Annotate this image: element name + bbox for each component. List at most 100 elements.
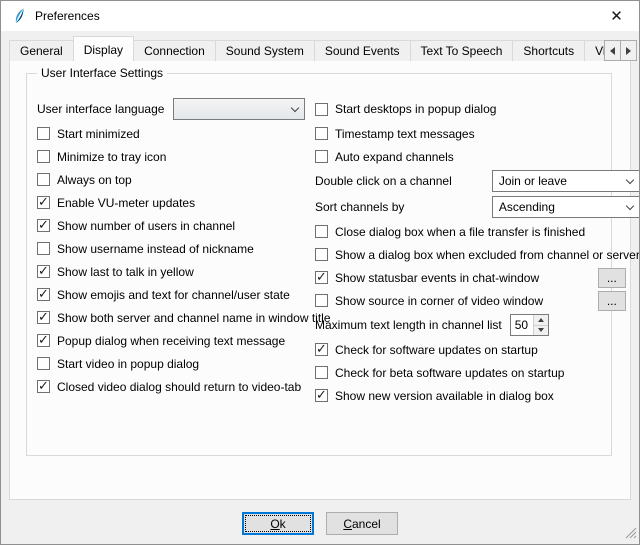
- tab-label: Connection: [144, 44, 205, 58]
- checkbox-vu-meter[interactable]: Enable VU-meter updates: [37, 196, 195, 210]
- sort-channels-combobox[interactable]: Ascending: [492, 196, 640, 218]
- checkbox-box: [37, 242, 50, 255]
- checkbox-label: Check for software updates on startup: [335, 343, 538, 357]
- checkbox-label: Show last to talk in yellow: [57, 265, 194, 279]
- ok-button[interactable]: Ok: [242, 512, 314, 535]
- chevron-down-icon: [621, 171, 639, 191]
- checkbox-label: Start video in popup dialog: [57, 357, 199, 371]
- tab-label: Sound System: [226, 44, 304, 58]
- statusbar-events-more-button[interactable]: ...: [598, 268, 626, 288]
- language-combobox[interactable]: [173, 98, 305, 120]
- checkbox-label: Popup dialog when receiving text message: [57, 334, 285, 348]
- close-button[interactable]: ✕: [594, 1, 639, 30]
- tab-sound-events[interactable]: Sound Events: [314, 40, 411, 61]
- checkbox-video-popup[interactable]: Start video in popup dialog: [37, 357, 199, 371]
- tab-text-to-speech[interactable]: Text To Speech: [410, 40, 514, 61]
- sort-channels-label: Sort channels by: [315, 200, 404, 214]
- combobox-value: Ascending: [499, 200, 555, 214]
- checkbox-box: [37, 334, 50, 347]
- language-label: User interface language: [37, 102, 164, 116]
- checkbox-box: [315, 103, 328, 116]
- double-click-label: Double click on a channel: [315, 174, 452, 188]
- checkbox-label: Show number of users in channel: [57, 219, 235, 233]
- checkbox-popup-text-message[interactable]: Popup dialog when receiving text message: [37, 334, 285, 348]
- checkbox-label: Show both server and channel name in win…: [57, 311, 331, 325]
- checkbox-box: [315, 343, 328, 356]
- checkbox-beta-update-check[interactable]: Check for beta software updates on start…: [315, 366, 564, 380]
- checkbox-label: Show statusbar events in chat-window: [335, 271, 539, 285]
- spin-down-button[interactable]: [534, 326, 548, 336]
- tab-scroll-right-button[interactable]: [620, 40, 637, 61]
- left-column: User interface language Start minimized …: [37, 96, 305, 407]
- tab-scrollers: [605, 40, 637, 61]
- checkbox-always-on-top[interactable]: Always on top: [37, 173, 132, 187]
- tab-shortcuts[interactable]: Shortcuts: [512, 40, 585, 61]
- tab-strip: General Display Connection Sound System …: [1, 31, 639, 61]
- checkbox-window-title[interactable]: Show both server and channel name in win…: [37, 311, 331, 325]
- checkbox-desktops-popup[interactable]: Start desktops in popup dialog: [315, 102, 496, 116]
- max-text-length-spinner[interactable]: 50: [510, 314, 549, 336]
- down-arrow-icon: [538, 328, 544, 332]
- video-source-more-button[interactable]: ...: [598, 291, 626, 311]
- checkbox-label: Close dialog box when a file transfer is…: [335, 225, 585, 239]
- checkbox-box: [37, 150, 50, 163]
- tab-connection[interactable]: Connection: [133, 40, 216, 61]
- resize-grip-icon: [624, 526, 637, 539]
- checkbox-box: [37, 357, 50, 370]
- tab-label: Shortcuts: [523, 44, 574, 58]
- dialog-button-row: Ok Cancel: [1, 500, 639, 545]
- cancel-button-label-rest: ancel: [352, 517, 381, 531]
- checkbox-label: Show emojis and text for channel/user st…: [57, 288, 290, 302]
- tab-label: General: [20, 44, 63, 58]
- tab-sound-system[interactable]: Sound System: [215, 40, 315, 61]
- checkbox-statusbar-events[interactable]: Show statusbar events in chat-window: [315, 271, 539, 285]
- preferences-window: Preferences ✕ General Display Connection…: [0, 0, 640, 545]
- tab-general[interactable]: General: [9, 40, 74, 61]
- checkbox-box: [37, 196, 50, 209]
- checkbox-box: [315, 271, 328, 284]
- spinner-value: 50: [511, 315, 533, 335]
- checkbox-box: [37, 311, 50, 324]
- checkbox-timestamp[interactable]: Timestamp text messages: [315, 127, 475, 141]
- ok-button-label: O: [270, 517, 279, 531]
- checkbox-box: [315, 294, 328, 307]
- checkbox-close-filetransfer[interactable]: Close dialog box when a file transfer is…: [315, 225, 585, 239]
- checkbox-start-minimized[interactable]: Start minimized: [37, 127, 140, 141]
- tab-scroll-left-button[interactable]: [604, 40, 621, 61]
- checkbox-video-source-corner[interactable]: Show source in corner of video window: [315, 294, 543, 308]
- checkbox-label: Show username instead of nickname: [57, 242, 254, 256]
- checkbox-label: Closed video dialog should return to vid…: [57, 380, 301, 394]
- checkbox-update-check[interactable]: Check for software updates on startup: [315, 343, 538, 357]
- checkbox-label: Start desktops in popup dialog: [335, 102, 496, 116]
- checkbox-box: [37, 288, 50, 301]
- app-icon[interactable]: [11, 8, 27, 24]
- checkbox-auto-expand[interactable]: Auto expand channels: [315, 150, 454, 164]
- checkbox-label: Show source in corner of video window: [335, 294, 543, 308]
- display-tab-page: User Interface Settings User interface l…: [9, 60, 631, 500]
- checkbox-label: Start minimized: [57, 127, 140, 141]
- checkbox-last-talk-yellow[interactable]: Show last to talk in yellow: [37, 265, 194, 279]
- checkbox-box: [315, 150, 328, 163]
- checkbox-box: [315, 248, 328, 261]
- checkbox-show-user-count[interactable]: Show number of users in channel: [37, 219, 235, 233]
- checkbox-excluded-dialog[interactable]: Show a dialog box when excluded from cha…: [315, 248, 640, 262]
- checkbox-show-username[interactable]: Show username instead of nickname: [37, 242, 254, 256]
- checkbox-video-return-tab[interactable]: Closed video dialog should return to vid…: [37, 380, 301, 394]
- spin-up-button[interactable]: [534, 315, 548, 326]
- checkbox-box: [37, 173, 50, 186]
- right-column: Start desktops in popup dialog Timestamp…: [315, 96, 640, 407]
- tab-display[interactable]: Display: [73, 36, 134, 61]
- cancel-button-label: C: [343, 517, 352, 531]
- double-click-combobox[interactable]: Join or leave: [492, 170, 640, 192]
- checkbox-minimize-tray[interactable]: Minimize to tray icon: [37, 150, 166, 164]
- cancel-button[interactable]: Cancel: [326, 512, 398, 535]
- title-bar: Preferences ✕: [1, 1, 639, 31]
- chevron-down-icon: [286, 99, 304, 119]
- resize-grip[interactable]: [624, 526, 637, 542]
- checkbox-label: Minimize to tray icon: [57, 150, 166, 164]
- checkbox-label: Always on top: [57, 173, 132, 187]
- checkbox-new-version-dialog[interactable]: Show new version available in dialog box: [315, 389, 554, 403]
- checkbox-label: Timestamp text messages: [335, 127, 475, 141]
- checkbox-emojis-text[interactable]: Show emojis and text for channel/user st…: [37, 288, 290, 302]
- checkbox-box: [315, 366, 328, 379]
